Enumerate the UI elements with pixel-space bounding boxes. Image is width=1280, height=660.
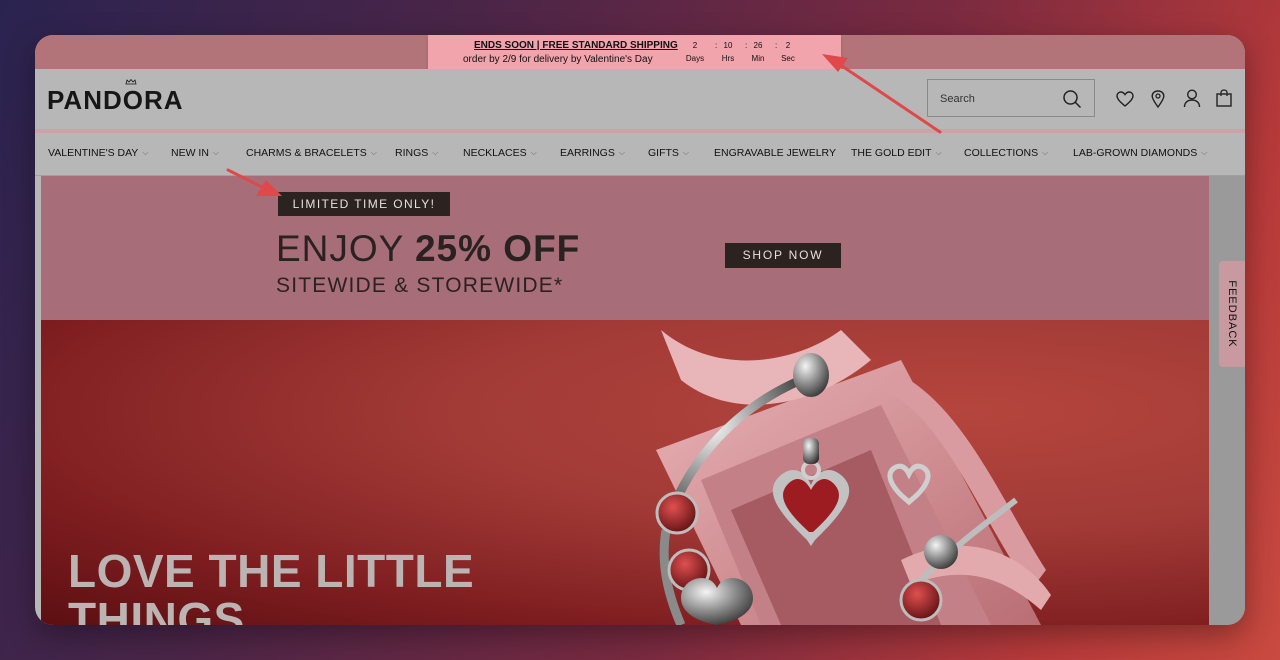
nav-item-earrings[interactable]: EARRINGS ⌵ [560, 147, 625, 159]
chevron-down-icon: ⌵ [212, 148, 219, 157]
user-icon[interactable] [1183, 89, 1201, 108]
limited-time-badge: LIMITED TIME ONLY! [278, 192, 450, 216]
search-icon[interactable] [1062, 89, 1082, 109]
nav-item-valentines-day[interactable]: VALENTINE'S DAY ⌵ [48, 147, 148, 159]
nav-item-charms-bracelets[interactable]: CHARMS & BRACELETS ⌵ [246, 147, 377, 159]
feedback-tab[interactable]: FEEDBACK [1219, 261, 1245, 367]
discount-headline: ENJOY 25% OFF [276, 228, 581, 269]
nav-item-collections[interactable]: COLLECTIONS ⌵ [964, 147, 1048, 159]
shop-now-button[interactable]: SHOP NOW [725, 243, 841, 268]
countdown-seconds-label: Sec [781, 54, 795, 63]
hero-banner[interactable]: LOVE THE LITTLE THINGS [41, 320, 1209, 625]
countdown-hours: 10 [723, 41, 733, 50]
free-shipping-link[interactable]: ENDS SOON | FREE STANDARD SHIPPING [474, 40, 678, 51]
chevron-down-icon: ⌵ [1201, 148, 1208, 157]
bag-icon[interactable] [1216, 89, 1232, 107]
nav-item-engravable-jewelry[interactable]: ENGRAVABLE JEWELRY [714, 147, 836, 159]
nav-item-necklaces[interactable]: NECKLACES ⌵ [463, 147, 537, 159]
search-box[interactable] [927, 79, 1095, 117]
chevron-down-icon: ⌵ [530, 148, 537, 157]
nav-item-lab-grown-diamonds[interactable]: LAB-GROWN DIAMONDS ⌵ [1073, 147, 1207, 159]
chevron-down-icon: ⌵ [142, 148, 149, 157]
browser-window: ENDS SOON | FREE STANDARD SHIPPING order… [35, 35, 1245, 625]
location-pin-icon[interactable] [1151, 90, 1165, 108]
chevron-down-icon: ⌵ [432, 148, 439, 157]
discount-subline: SITEWIDE & STOREWIDE* [276, 274, 564, 297]
hero-title-line2: THINGS [68, 593, 245, 625]
countdown-seconds: 2 [785, 41, 791, 50]
search-input[interactable] [938, 89, 1062, 109]
nav-item-the-gold-edit[interactable]: THE GOLD EDIT ⌵ [851, 147, 942, 159]
nav-item-gifts[interactable]: GIFTS ⌵ [648, 147, 689, 159]
page-side-gutter [1209, 176, 1245, 625]
site-header: PANDORA [35, 69, 1245, 129]
chevron-down-icon: ⌵ [618, 148, 625, 157]
delivery-deadline-text: order by 2/9 for delivery by Valentine's… [463, 54, 653, 65]
main-navigation: VALENTINE'S DAY ⌵ NEW IN ⌵ CHARMS & BRACEL… [35, 133, 1245, 176]
countdown-hours-label: Hrs [721, 54, 735, 63]
heart-icon[interactable] [1116, 91, 1134, 107]
chevron-down-icon: ⌵ [1042, 148, 1049, 157]
nav-item-rings[interactable]: RINGS ⌵ [395, 147, 438, 159]
chevron-down-icon: ⌵ [935, 148, 942, 157]
hero-title-line1: LOVE THE LITTLE [68, 545, 475, 597]
countdown-minutes: 26 [753, 41, 763, 50]
chevron-down-icon: ⌵ [370, 148, 377, 157]
countdown-days-label: Days [685, 54, 705, 63]
promo-banner[interactable]: LIMITED TIME ONLY! ENJOY 25% OFF SITEWID… [41, 176, 1243, 320]
chevron-down-icon: ⌵ [682, 148, 689, 157]
countdown-minutes-label: Min [751, 54, 765, 63]
pandora-logo[interactable]: PANDORA [47, 85, 184, 116]
nav-item-new-in[interactable]: NEW IN ⌵ [171, 147, 219, 159]
countdown-days: 2 [692, 41, 698, 50]
